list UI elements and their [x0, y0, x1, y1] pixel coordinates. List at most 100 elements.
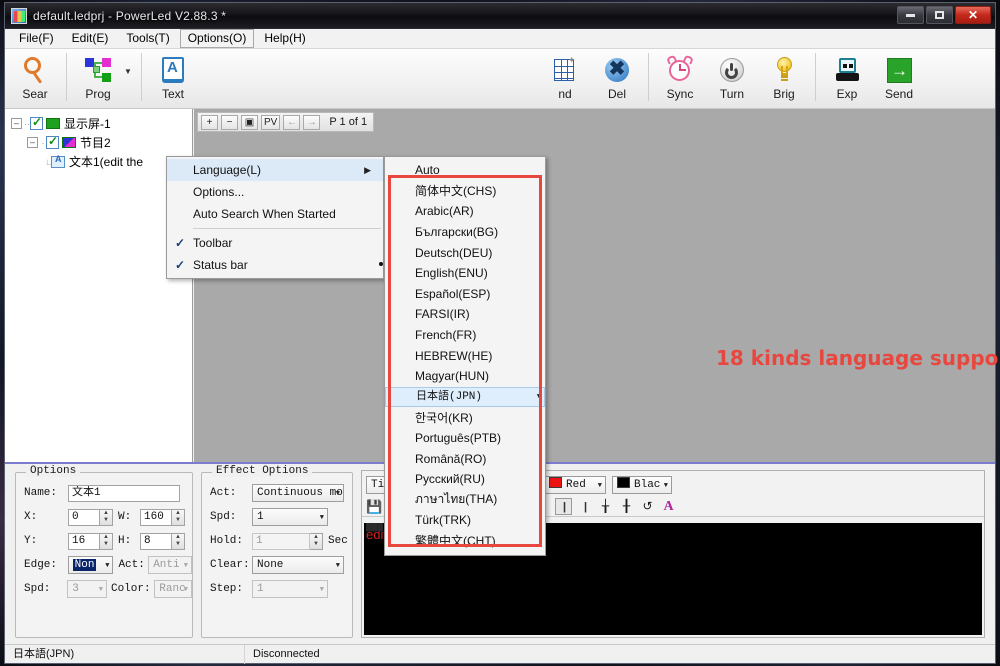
effect-clear-select[interactable]: None — [252, 556, 344, 574]
language-item-ptb[interactable]: Português(PTB) — [385, 428, 545, 449]
language-item-chs[interactable]: 简体中文(CHS) — [385, 181, 545, 202]
name-row: Name: 文本1 — [16, 481, 192, 505]
menu-item-options[interactable]: Options... — [167, 181, 383, 203]
spd-select[interactable]: 3 — [67, 580, 107, 598]
tree-node-screen[interactable]: – ·· 显示屏-1 — [11, 114, 192, 133]
menu-tools[interactable]: Tools(T) — [118, 29, 177, 48]
tree-checkbox[interactable] — [46, 136, 59, 149]
close-button[interactable]: ✕ — [955, 6, 991, 24]
toolbar-label-grid: nd — [558, 88, 571, 100]
toolbar-button-program[interactable]: Prog — [72, 51, 124, 107]
menu-help[interactable]: Help(H) — [256, 29, 313, 48]
menu-options[interactable]: Options(O) — [180, 29, 255, 48]
expander-icon[interactable]: – — [11, 118, 22, 129]
effect-act-select[interactable]: Continuous mov· — [252, 484, 344, 502]
language-item-deu[interactable]: Deutsch(DEU) — [385, 242, 545, 263]
edge-select[interactable]: Non — [68, 556, 114, 574]
tree-checkbox[interactable] — [30, 117, 43, 130]
page-select-button[interactable]: ▣ — [241, 115, 258, 130]
text-color-icon[interactable]: A — [660, 498, 677, 515]
toolbar-button-delete[interactable]: ✖ Del — [591, 51, 643, 107]
language-item-he[interactable]: HEBREW(HE) — [385, 345, 545, 366]
page-prev-button[interactable]: ← — [283, 115, 300, 130]
toolbar-button-turn[interactable]: Turn — [706, 51, 758, 107]
language-item-cht[interactable]: 繁體中文(CHT) — [385, 531, 545, 552]
align-bottom-icon[interactable]: ||| — [576, 498, 593, 515]
menu-item-status-bar[interactable]: ✓ Status bar — [167, 254, 383, 276]
menu-edit[interactable]: Edit(E) — [64, 29, 117, 48]
minimize-button[interactable] — [897, 6, 924, 24]
menu-separator — [193, 228, 381, 229]
y-stepper[interactable]: ▲▼ — [100, 533, 113, 550]
effect-step-select[interactable]: 1 — [252, 580, 328, 598]
name-input[interactable]: 文本1 — [68, 485, 180, 502]
language-item-kr[interactable]: 한국어(KR) — [385, 407, 545, 428]
color-select[interactable]: Ranc — [154, 580, 192, 598]
language-item-ro[interactable]: Română(RO) — [385, 448, 545, 469]
toolbar-label-send: Send — [885, 88, 913, 100]
align-middle-icon[interactable]: ||| — [555, 498, 572, 515]
toolbar-button-send[interactable]: → Send — [873, 51, 925, 107]
alarm-clock-icon — [665, 55, 695, 85]
language-item-jpn[interactable]: 日本語(JPN) — [385, 387, 545, 408]
x-stepper[interactable]: ▲▼ — [100, 509, 113, 526]
page-next-button[interactable]: → — [303, 115, 320, 130]
options-group-title: Options — [26, 465, 80, 477]
effect-spd-select[interactable]: 1 — [252, 508, 328, 526]
tree-node-text[interactable]: ∟ 文本1(edit the — [11, 152, 192, 171]
language-item-ir[interactable]: FARSI(IR) — [385, 304, 545, 325]
chevron-down-icon[interactable]: ▼ — [124, 67, 136, 76]
language-item-tha[interactable]: ภาษาไทย(THA) — [385, 490, 545, 511]
menu-item-toolbar[interactable]: ✓ Toolbar — [167, 232, 383, 254]
toolbar-button-export[interactable]: Exp — [821, 51, 873, 107]
page-remove-button[interactable]: − — [221, 115, 238, 130]
toolbar-button-text[interactable]: A Text — [147, 51, 199, 107]
rotate-icon[interactable]: ↺ — [639, 498, 656, 515]
y-input[interactable]: 16 — [68, 533, 100, 550]
language-label: Română(RO) — [415, 452, 533, 466]
x-input[interactable]: 0 — [68, 509, 100, 526]
language-item-esp[interactable]: Español(ESP) — [385, 284, 545, 305]
expander-icon[interactable]: – — [27, 137, 38, 148]
toolbar-button-brightness[interactable]: Brig — [758, 51, 810, 107]
h-label: H: — [118, 535, 140, 547]
line-height-icon[interactable]: ╂ — [618, 498, 635, 515]
spacing-icon[interactable]: ╁ — [597, 498, 614, 515]
language-item-ru[interactable]: Русский(RU) — [385, 469, 545, 490]
language-item-hun[interactable]: Magyar(HUN) — [385, 366, 545, 387]
language-item-auto[interactable]: Auto — [385, 160, 545, 181]
effect-hold-input[interactable]: 1 — [252, 533, 310, 550]
page-indicator: P 1 of 1 — [329, 116, 367, 128]
language-item-bg[interactable]: Български(BG) — [385, 222, 545, 243]
h-stepper[interactable]: ▲▼ — [172, 533, 185, 550]
act-select[interactable]: Anti — [148, 556, 192, 574]
toolbar-button-sync[interactable]: Sync — [654, 51, 706, 107]
language-item-ar[interactable]: Arabic(AR) — [385, 201, 545, 222]
menu-item-language[interactable]: Language(L) ▶ — [167, 159, 383, 181]
app-root: default.ledprj - PowerLed V2.88.3 * ✕ Fi… — [0, 0, 1000, 666]
page-add-button[interactable]: + — [201, 115, 218, 130]
effect-act-row: Act: Continuous mov· — [202, 481, 352, 505]
language-item-fr[interactable]: French(FR) — [385, 325, 545, 346]
save-icon[interactable]: 💾 — [366, 498, 383, 515]
toolbar-button-grid[interactable]: ✦ nd — [539, 51, 591, 107]
page-preview-button[interactable]: PV — [261, 115, 280, 130]
language-label: Português(PTB) — [415, 431, 533, 445]
effect-hold-stepper[interactable]: ▲▼ — [310, 533, 323, 550]
language-item-trk[interactable]: Türk(TRK) — [385, 510, 545, 531]
language-label: 日本語(JPN) — [416, 389, 528, 405]
toolbar-button-search[interactable]: Sear — [9, 51, 61, 107]
maximize-button[interactable] — [926, 6, 953, 24]
w-input[interactable]: 160 — [140, 509, 172, 526]
language-item-enu[interactable]: English(ENU) — [385, 263, 545, 284]
background-color-select[interactable]: Blac — [612, 476, 672, 494]
h-input[interactable]: 8 — [140, 533, 172, 550]
menu-item-toolbar-label: Toolbar — [193, 236, 371, 250]
toolbar-label-search: Sear — [22, 88, 47, 100]
language-label: Auto — [415, 163, 533, 177]
w-stepper[interactable]: ▲▼ — [172, 509, 185, 526]
menu-item-auto-search[interactable]: Auto Search When Started — [167, 203, 383, 225]
menu-file[interactable]: File(F) — [11, 29, 62, 48]
foreground-color-select[interactable]: Red — [544, 476, 606, 494]
tree-node-program[interactable]: – · 节目2 — [11, 133, 192, 152]
